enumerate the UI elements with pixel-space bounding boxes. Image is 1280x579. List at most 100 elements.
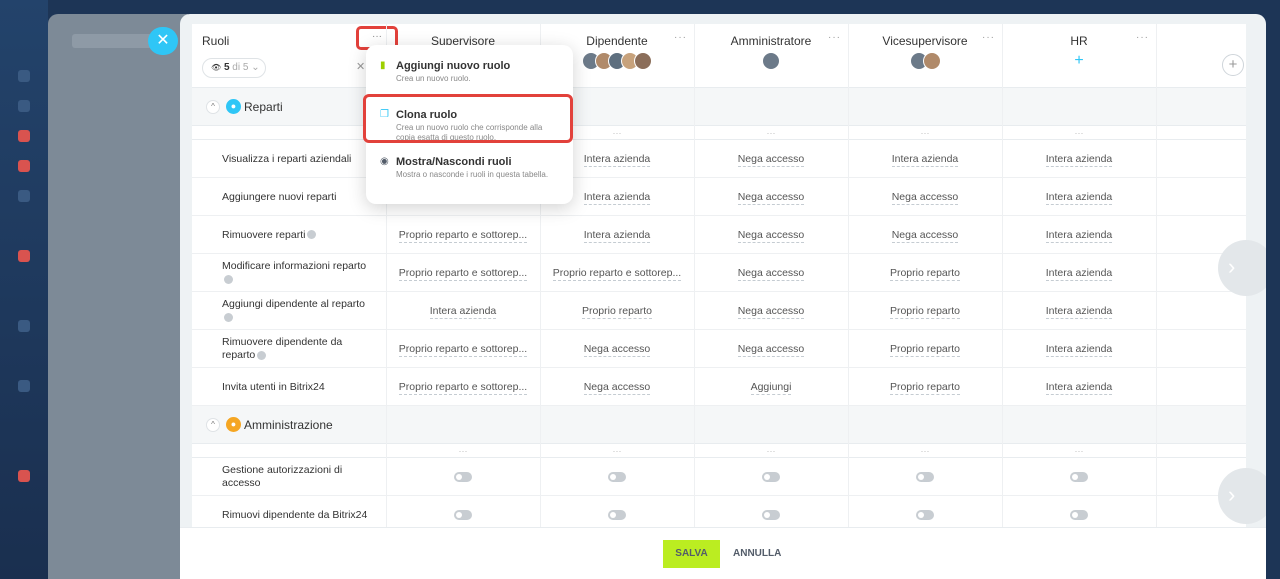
permission-value-link[interactable]: Intera azienda xyxy=(583,191,651,205)
permission-value[interactable]: Nega accesso xyxy=(694,330,848,368)
column-dots[interactable]: ··· xyxy=(540,446,694,456)
permission-value-link[interactable]: Proprio reparto xyxy=(889,267,961,281)
permission-value[interactable]: Nega accesso xyxy=(848,216,1002,254)
help-icon[interactable] xyxy=(257,350,267,360)
permission-value[interactable]: Nega accesso xyxy=(694,216,848,254)
permission-value-link[interactable]: Proprio reparto xyxy=(889,305,961,319)
permission-value-link[interactable]: Nega accesso xyxy=(737,153,805,167)
permission-toggle[interactable] xyxy=(608,472,626,483)
permission-value-link[interactable]: Intera azienda xyxy=(1045,381,1113,395)
permission-value[interactable]: Proprio reparto e sottorep... xyxy=(386,368,540,406)
permission-value[interactable]: Nega accesso xyxy=(694,292,848,330)
permission-value[interactable]: Proprio reparto xyxy=(848,368,1002,406)
permission-value-link[interactable]: Intera azienda xyxy=(429,305,497,319)
permission-toggle[interactable] xyxy=(454,472,472,483)
permission-value[interactable]: Intera azienda xyxy=(1002,292,1156,330)
chevron-up-icon[interactable]: ^ xyxy=(206,418,220,432)
column-dots[interactable]: ··· xyxy=(848,446,1002,456)
permission-toggle[interactable] xyxy=(1070,472,1088,483)
role-avatars[interactable]: + xyxy=(1002,52,1156,72)
permission-value-link[interactable]: Nega accesso xyxy=(891,229,959,243)
permission-value[interactable]: Nega accesso xyxy=(694,140,848,178)
permission-value[interactable]: Intera azienda xyxy=(848,140,1002,178)
roles-filter[interactable]: 👁 5 di 5 ⌄ xyxy=(202,58,266,78)
close-slider-button[interactable]: ✕ xyxy=(148,27,178,55)
permission-value-link[interactable]: Intera azienda xyxy=(583,153,651,167)
permission-value-link[interactable]: Nega accesso xyxy=(737,267,805,281)
permission-value-link[interactable]: Proprio reparto xyxy=(581,305,653,319)
menu-item-mostra-nascondi-ruoli[interactable]: ◉ Mostra/Nascondi ruoli Mostra o nasconde … xyxy=(366,155,573,180)
role-avatars[interactable] xyxy=(848,52,1002,72)
column-dots[interactable]: ··· xyxy=(1002,128,1156,138)
permission-value[interactable]: Proprio reparto xyxy=(848,254,1002,292)
permission-value-link[interactable]: Intera azienda xyxy=(1045,343,1113,357)
permission-value[interactable]: Nega accesso xyxy=(540,368,694,406)
permission-value-link[interactable]: Proprio reparto xyxy=(889,381,961,395)
permission-value[interactable]: Nega accesso xyxy=(848,178,1002,216)
permission-toggle[interactable] xyxy=(916,472,934,483)
permission-value-link[interactable]: Intera azienda xyxy=(891,153,959,167)
permission-value[interactable]: Intera azienda xyxy=(1002,368,1156,406)
role-menu-button[interactable]: ··· xyxy=(674,32,687,43)
permission-value-link[interactable]: Intera azienda xyxy=(1045,267,1113,281)
section-amministrazione[interactable]: ^ ● Amministrazione xyxy=(192,406,1246,444)
menu-item-aggiungi-nuovo-ruolo[interactable]: ▮ Aggiungi nuovo ruolo Crea un nuovo ruolo… xyxy=(366,59,573,84)
permission-toggle[interactable] xyxy=(608,510,626,521)
column-dots[interactable]: ··· xyxy=(694,446,848,456)
permission-value[interactable]: Intera azienda xyxy=(1002,216,1156,254)
permission-toggle[interactable] xyxy=(762,472,780,483)
permission-value-link[interactable]: Nega accesso xyxy=(583,343,651,357)
permission-value[interactable]: Intera azienda xyxy=(540,216,694,254)
permission-value-link[interactable]: Proprio reparto e sottorep... xyxy=(398,267,528,281)
section-reparti[interactable]: ^ ● Reparti xyxy=(192,88,1246,126)
role-avatars[interactable] xyxy=(694,52,848,72)
permission-value-link[interactable]: Intera azienda xyxy=(1045,229,1113,243)
permission-value-link[interactable]: Proprio reparto e sottorep... xyxy=(398,343,528,357)
permission-value-link[interactable]: Nega accesso xyxy=(737,305,805,319)
permission-toggle[interactable] xyxy=(1070,510,1088,521)
permission-toggle[interactable] xyxy=(916,510,934,521)
permission-value-link[interactable]: Aggiungi xyxy=(750,381,792,395)
permission-toggle[interactable] xyxy=(454,510,472,521)
permission-value[interactable]: Proprio reparto e sottorep... xyxy=(386,216,540,254)
help-icon[interactable] xyxy=(224,274,233,284)
permission-value[interactable]: Intera azienda xyxy=(1002,330,1156,368)
column-dots[interactable]: ··· xyxy=(694,128,848,138)
scroll-right-button[interactable]: › xyxy=(1218,468,1266,524)
permission-value[interactable]: Intera azienda xyxy=(1002,178,1156,216)
permission-value-link[interactable]: Intera azienda xyxy=(1045,153,1113,167)
column-dots[interactable]: ··· xyxy=(1002,446,1156,456)
permission-value-link[interactable]: Nega accesso xyxy=(737,191,805,205)
permission-value[interactable]: Nega accesso xyxy=(694,178,848,216)
permission-value-link[interactable]: Nega accesso xyxy=(737,229,805,243)
permission-value[interactable]: Intera azienda xyxy=(386,292,540,330)
role-menu-button[interactable]: ··· xyxy=(828,32,841,43)
permission-value[interactable]: Proprio reparto xyxy=(540,292,694,330)
permission-value-link[interactable]: Proprio reparto xyxy=(889,343,961,357)
role-menu-button[interactable]: ··· xyxy=(982,32,995,43)
save-button[interactable]: SALVA xyxy=(663,540,720,568)
permission-value[interactable]: Proprio reparto e sottorep... xyxy=(386,330,540,368)
permission-value-link[interactable]: Intera azienda xyxy=(1045,305,1113,319)
column-dots[interactable]: ··· xyxy=(848,128,1002,138)
permission-value[interactable]: Intera azienda xyxy=(1002,140,1156,178)
permission-value[interactable]: Proprio reparto xyxy=(848,330,1002,368)
permission-value-link[interactable]: Nega accesso xyxy=(737,343,805,357)
chevron-up-icon[interactable]: ^ xyxy=(206,100,220,114)
clear-filter-icon[interactable]: ✕ xyxy=(356,60,365,73)
help-icon[interactable] xyxy=(307,230,317,240)
permission-value-link[interactable]: Proprio reparto e sottorep... xyxy=(398,381,528,395)
role-menu-button[interactable]: ··· xyxy=(1136,32,1149,43)
help-icon[interactable] xyxy=(224,312,233,322)
permission-value-link[interactable]: Nega accesso xyxy=(891,191,959,205)
permission-value[interactable]: Intera azienda xyxy=(1002,254,1156,292)
add-member-icon[interactable]: + xyxy=(1074,52,1083,72)
permission-value[interactable]: Proprio reparto e sottorep... xyxy=(386,254,540,292)
permission-toggle[interactable] xyxy=(762,510,780,521)
cancel-button[interactable]: ANNULLA xyxy=(733,540,781,568)
permission-value[interactable]: Proprio reparto e sottorep... xyxy=(540,254,694,292)
scroll-right-button[interactable]: › xyxy=(1218,240,1266,296)
permission-value[interactable]: Nega accesso xyxy=(540,330,694,368)
column-dots[interactable]: ··· xyxy=(386,446,540,456)
permission-value[interactable]: Nega accesso xyxy=(694,254,848,292)
